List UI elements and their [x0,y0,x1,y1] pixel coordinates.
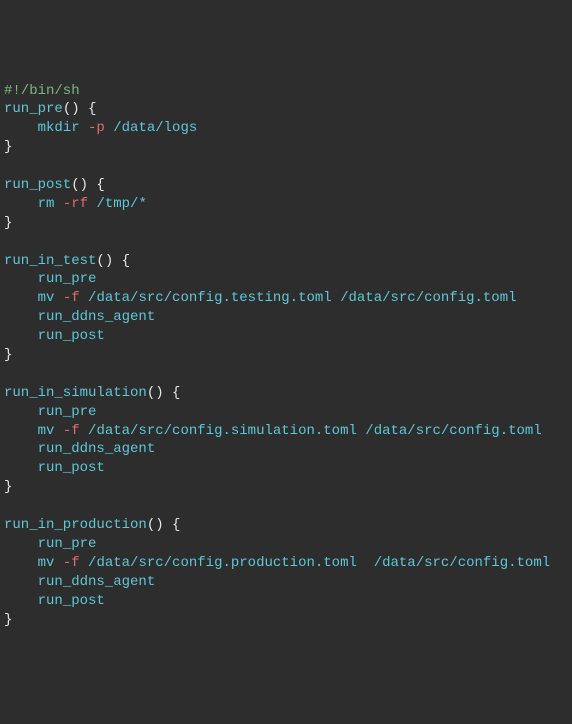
code-token [4,423,38,439]
code-line[interactable] [4,497,568,516]
code-token [4,196,38,212]
code-token: } [4,215,12,231]
code-token: /data/src/config.simulation.toml /data/s… [80,423,542,439]
code-token: rm [38,196,63,212]
code-token: } [4,612,12,628]
code-line[interactable]: run_post [4,592,568,611]
code-token: mv [38,555,63,571]
code-token: run_pre [38,271,97,287]
code-line[interactable]: } [4,138,568,157]
code-line[interactable]: mkdir -p /data/logs [4,119,568,138]
code-token: () { [71,177,105,193]
code-token: run_in_test [4,253,96,269]
code-token: run_pre [38,404,97,420]
code-token [4,593,38,609]
code-token [4,290,38,306]
code-token: run_pre [4,101,63,117]
code-line[interactable]: run_in_test() { [4,252,568,271]
code-token: -f [63,555,80,571]
code-token: /data/src/config.testing.toml /data/src/… [80,290,517,306]
code-token: -f [63,290,80,306]
code-token: () { [147,517,181,533]
code-line[interactable]: run_pre [4,535,568,554]
code-line[interactable]: run_post [4,327,568,346]
code-token: } [4,139,12,155]
code-token: } [4,479,12,495]
code-token: } [4,347,12,363]
code-token [4,555,38,571]
code-line[interactable]: rm -rf /tmp/* [4,195,568,214]
code-line[interactable]: run_in_production() { [4,516,568,535]
code-line[interactable] [4,365,568,384]
code-token [4,328,38,344]
code-token: run_pre [38,536,97,552]
code-token [4,460,38,476]
code-token: -rf [63,196,88,212]
code-line[interactable]: run_post() { [4,176,568,195]
code-line[interactable]: run_pre [4,403,568,422]
code-token: -f [63,423,80,439]
code-line[interactable]: run_ddns_agent [4,573,568,592]
code-token: run_post [38,593,105,609]
code-line[interactable]: } [4,214,568,233]
code-line[interactable]: } [4,478,568,497]
code-token: run_post [38,460,105,476]
code-token: run_ddns_agent [38,309,156,325]
code-token: mv [38,423,63,439]
code-line[interactable] [4,157,568,176]
code-line[interactable]: run_ddns_agent [4,440,568,459]
code-line[interactable]: mv -f /data/src/config.production.toml /… [4,554,568,573]
code-token: run_post [38,328,105,344]
code-token: () { [96,253,130,269]
code-line[interactable]: } [4,611,568,630]
code-token: () { [147,385,181,401]
code-line[interactable]: mv -f /data/src/config.testing.toml /dat… [4,289,568,308]
code-line[interactable]: #!/bin/sh [4,82,568,101]
code-token [4,309,38,325]
code-line[interactable]: run_pre() { [4,100,568,119]
code-token: run_post [4,177,71,193]
code-token: () { [63,101,97,117]
code-token [4,271,38,287]
code-editor[interactable]: #!/bin/shrun_pre() { mkdir -p /data/logs… [4,82,568,630]
code-token [4,404,38,420]
code-token: run_in_simulation [4,385,147,401]
code-line[interactable]: run_in_simulation() { [4,384,568,403]
code-token: mkdir [38,120,88,136]
code-line[interactable]: run_pre [4,270,568,289]
code-token: -p [88,120,105,136]
code-line[interactable]: run_ddns_agent [4,308,568,327]
code-token [4,574,38,590]
code-line[interactable]: run_post [4,459,568,478]
code-token: /data/logs [105,120,197,136]
code-token: run_in_production [4,517,147,533]
code-token: #!/bin/sh [4,83,80,99]
code-token: /tmp/* [88,196,147,212]
code-token [4,441,38,457]
code-line[interactable]: } [4,346,568,365]
code-line[interactable] [4,233,568,252]
code-token: run_ddns_agent [38,574,156,590]
code-token [4,120,38,136]
code-token: mv [38,290,63,306]
code-token: /data/src/config.production.toml /data/s… [80,555,550,571]
code-token [4,536,38,552]
code-line[interactable]: mv -f /data/src/config.simulation.toml /… [4,422,568,441]
code-token: run_ddns_agent [38,441,156,457]
